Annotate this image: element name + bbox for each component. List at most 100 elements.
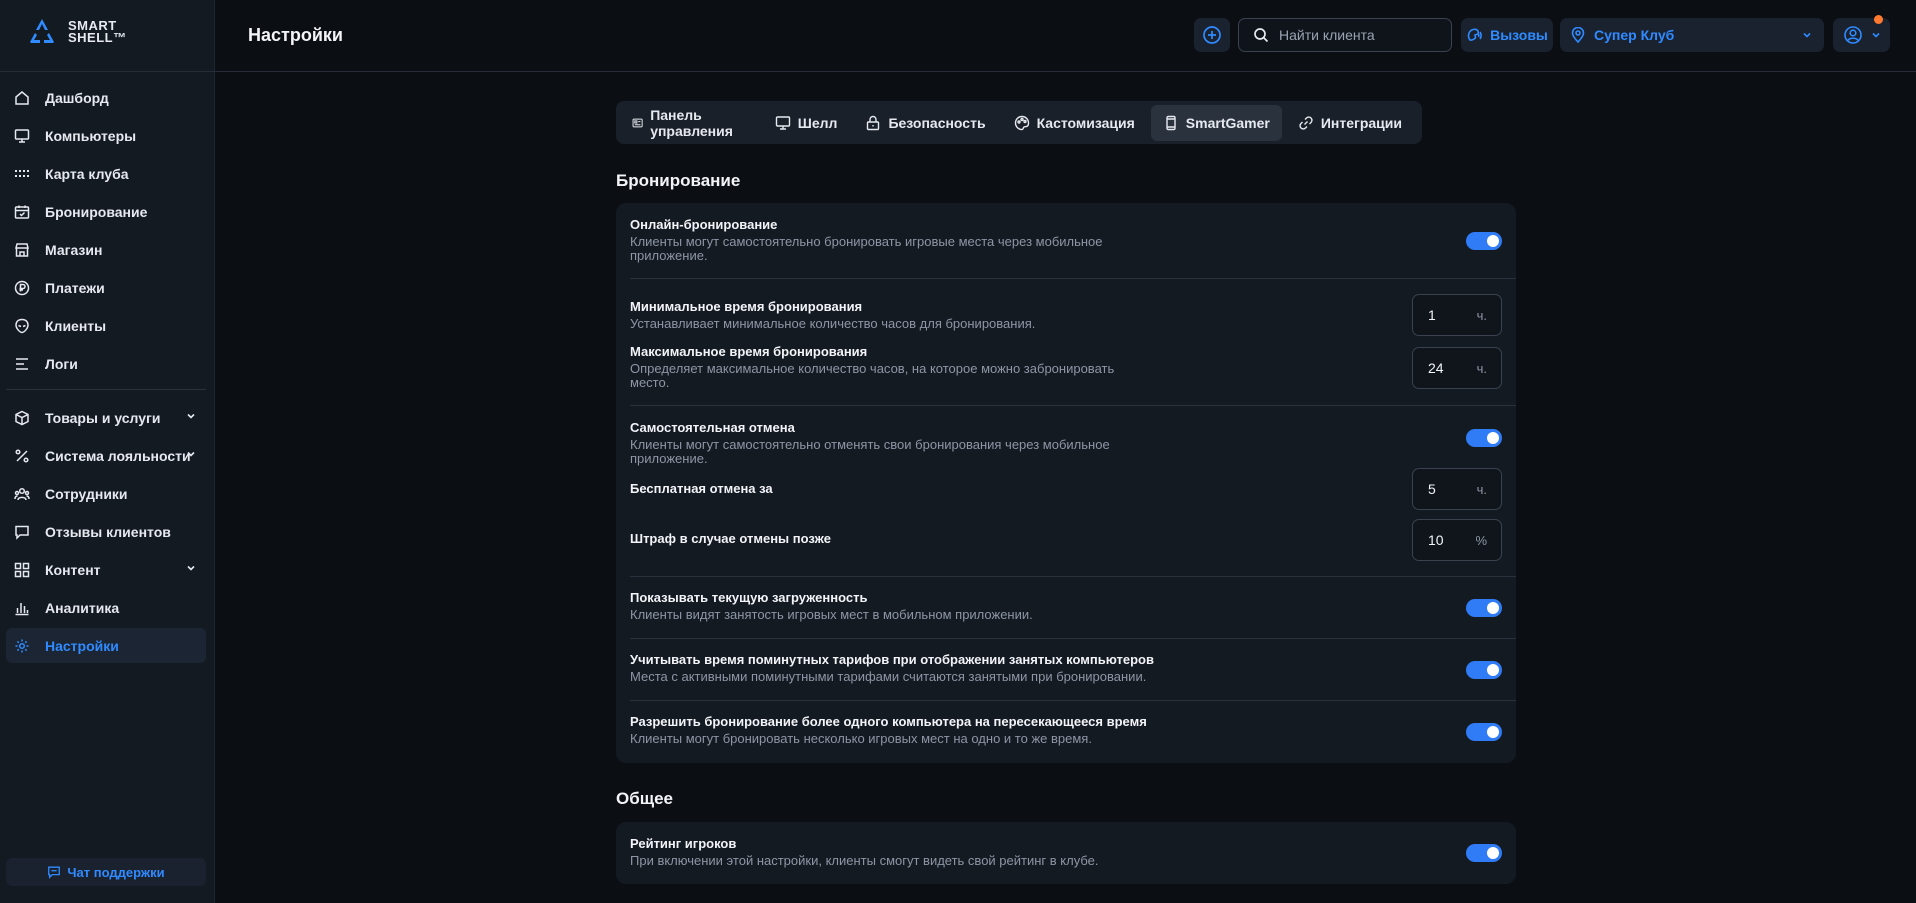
sidebar-item-loyalty[interactable]: Система лояльности xyxy=(6,438,206,473)
sidebar-item-reviews[interactable]: Отзывы клиентов xyxy=(6,514,206,549)
multi-booking-toggle[interactable] xyxy=(1466,723,1502,741)
setting-title: Рейтинг игроков xyxy=(630,836,737,851)
setting-penalty: Штраф в случае отмены позже xyxy=(630,531,1502,546)
tab-label: Безопасность xyxy=(888,114,986,131)
sidebar-item-label: Отзывы клиентов xyxy=(45,523,171,540)
home-icon xyxy=(13,89,31,107)
sidebar-nav: Дашборд Компьютеры Карта клуба Бронирова… xyxy=(6,80,206,666)
sidebar-item-label: Клиенты xyxy=(45,317,107,334)
calls-button[interactable]: Вызовы xyxy=(1461,18,1553,52)
club-name: Супер Клуб xyxy=(1594,27,1675,43)
player-rating-toggle[interactable] xyxy=(1466,844,1502,862)
user-menu[interactable] xyxy=(1833,15,1890,52)
box-icon xyxy=(13,409,31,427)
sidebar-item-club-map[interactable]: Карта клуба xyxy=(6,156,206,191)
calendar-icon xyxy=(13,203,31,221)
sidebar-item-label: Платежи xyxy=(45,279,105,296)
free-cancel-input[interactable]: 5 ч. xyxy=(1412,468,1502,510)
setting-self-cancel: Самостоятельная отмена Клиенты могут сам… xyxy=(630,420,1502,466)
store-icon xyxy=(13,241,31,259)
setting-title: Штраф в случае отмены позже xyxy=(630,531,831,546)
tab-label: SmartGamer xyxy=(1185,114,1270,131)
setting-title: Минимальное время бронирования xyxy=(630,299,863,314)
setting-description: Клиенты могут бронировать несколько игро… xyxy=(630,731,1092,746)
tab-smartgamer[interactable]: SmartGamer xyxy=(1150,104,1282,141)
input-unit: ч. xyxy=(1476,481,1487,497)
tab-label: Шелл xyxy=(797,114,838,131)
bar-chart-icon xyxy=(13,599,31,617)
setting-title: Онлайн-бронирование xyxy=(630,217,778,232)
sidebar-item-store[interactable]: Магазин xyxy=(6,232,206,267)
sidebar-item-booking[interactable]: Бронирование xyxy=(6,194,206,229)
setting-multi-booking: Разрешить бронирование более одного комп… xyxy=(630,714,1502,746)
sidebar-item-clients[interactable]: Клиенты xyxy=(6,308,206,343)
message-icon xyxy=(13,523,31,541)
input-value: 24 xyxy=(1428,360,1444,376)
phone-icon xyxy=(1166,115,1176,130)
tab-control-panel[interactable]: Панель управления xyxy=(620,105,759,141)
section-title-general: Общее xyxy=(616,789,673,808)
input-value: 5 xyxy=(1428,481,1436,497)
setting-title: Бесплатная отмена за xyxy=(630,481,773,496)
sidebar-item-content[interactable]: Контент xyxy=(6,552,206,587)
smartshell-logo-icon xyxy=(30,19,54,43)
tab-customization[interactable]: Кастомизация xyxy=(1002,105,1147,141)
sidebar-item-products[interactable]: Товары и услуги xyxy=(6,400,206,435)
input-unit: ч. xyxy=(1476,307,1487,323)
chat-icon xyxy=(48,866,61,879)
tab-security[interactable]: Безопасность xyxy=(853,105,997,141)
divider xyxy=(630,278,1516,279)
setting-show-load: Показывать текущую загруженность Клиенты… xyxy=(630,590,1502,622)
tab-integrations[interactable]: Интеграции xyxy=(1286,105,1414,141)
search-box[interactable] xyxy=(1238,18,1452,52)
sidebar: SMART SHELL™ Дашборд Компьютеры Карта кл… xyxy=(0,0,215,903)
setting-min-time: Минимальное время бронирования Устанавли… xyxy=(630,299,1502,331)
show-load-toggle[interactable] xyxy=(1466,599,1502,617)
setting-description: Клиенты могут самостоятельно отменять св… xyxy=(630,437,1110,466)
search-input[interactable] xyxy=(1277,26,1441,44)
sidebar-item-settings[interactable]: Настройки xyxy=(6,628,206,663)
max-time-input[interactable]: 24 ч. xyxy=(1412,347,1502,389)
setting-description: При включении этой настройки, клиенты см… xyxy=(630,853,1099,868)
online-booking-toggle[interactable] xyxy=(1466,232,1502,250)
percent-icon xyxy=(13,447,31,465)
sidebar-item-computers[interactable]: Компьютеры xyxy=(6,118,206,153)
sidebar-item-logs[interactable]: Логи xyxy=(6,346,206,381)
sidebar-divider xyxy=(6,389,206,390)
logo-line2: SHELL™ xyxy=(68,30,127,45)
divider xyxy=(630,405,1516,406)
sidebar-item-label: Система лояльности xyxy=(45,447,191,464)
setting-description: Устанавливает минимальное количество час… xyxy=(630,316,1036,331)
grid-dots-icon xyxy=(13,165,31,183)
logo[interactable]: SMART SHELL™ xyxy=(26,16,127,48)
setting-online-booking: Онлайн-бронирование Клиенты могут самост… xyxy=(630,217,1502,263)
setting-description: Клиенты могут самостоятельно бронировать… xyxy=(630,234,1103,263)
sidebar-item-analytics[interactable]: Аналитика xyxy=(6,590,206,625)
self-cancel-toggle[interactable] xyxy=(1466,429,1502,447)
divider xyxy=(630,700,1516,701)
sidebar-item-dashboard[interactable]: Дашборд xyxy=(6,80,206,115)
chevron-down-icon xyxy=(1803,32,1811,38)
monitor-icon xyxy=(775,115,790,130)
support-chat-label: Чат поддержки xyxy=(67,864,165,880)
setting-title: Разрешить бронирование более одного комп… xyxy=(630,714,1147,729)
support-chat-button[interactable]: Чат поддержки xyxy=(6,858,206,886)
tab-shell[interactable]: Шелл xyxy=(763,105,850,141)
sidebar-item-payments[interactable]: Платежи xyxy=(6,270,206,305)
section-title-booking: Бронирование xyxy=(616,171,741,190)
chevron-down-icon xyxy=(187,413,195,419)
club-selector[interactable]: Супер Клуб xyxy=(1560,18,1824,52)
setting-title: Учитывать время поминутных тарифов при о… xyxy=(630,652,1154,667)
min-time-input[interactable]: 1 ч. xyxy=(1412,294,1502,336)
penalty-input[interactable]: 10 % xyxy=(1412,519,1502,561)
sidebar-item-staff[interactable]: Сотрудники xyxy=(6,476,206,511)
add-button[interactable] xyxy=(1194,18,1230,52)
monitor-icon xyxy=(13,127,31,145)
divider xyxy=(630,638,1516,639)
setting-description: Места с активными поминутными тарифами с… xyxy=(630,669,1147,684)
input-unit: ч. xyxy=(1476,360,1487,376)
per-minute-toggle[interactable] xyxy=(1466,661,1502,679)
header-divider xyxy=(0,71,1916,72)
alien-icon xyxy=(13,317,31,335)
apps-icon xyxy=(13,561,31,579)
